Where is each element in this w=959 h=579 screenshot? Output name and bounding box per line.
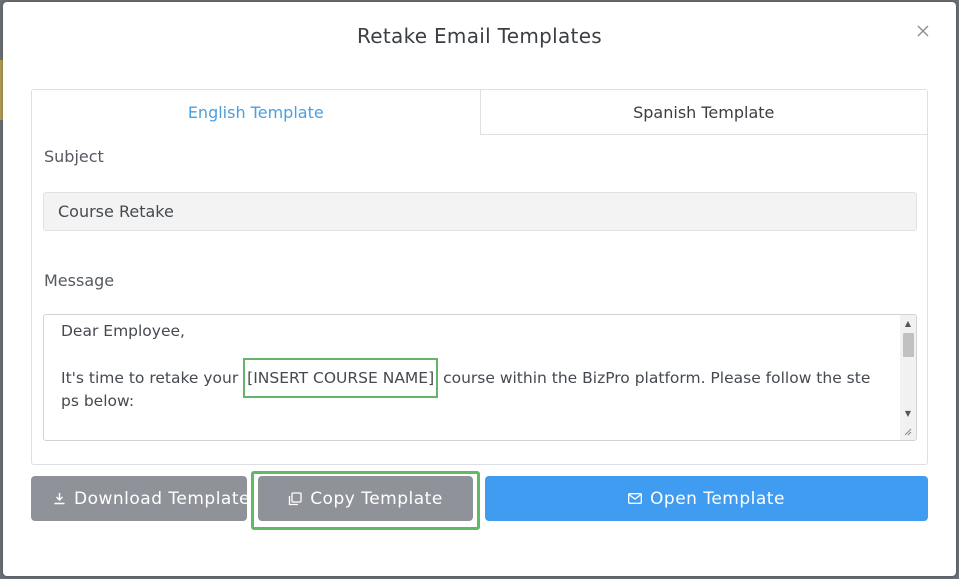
- resize-grip-icon[interactable]: [902, 426, 914, 438]
- message-scrollbar[interactable]: ▲ ▼: [900, 315, 916, 440]
- envelope-icon: [628, 493, 642, 504]
- scroll-thumb[interactable]: [903, 333, 914, 357]
- subject-field[interactable]: Course Retake: [43, 192, 917, 231]
- message-content: Dear Employee, It's time to retake your …: [61, 320, 891, 436]
- open-template-label: Open Template: [650, 488, 785, 509]
- copy-template-label: Copy Template: [310, 488, 443, 509]
- tab-spanish-template[interactable]: Spanish Template: [479, 90, 927, 135]
- message-greeting: Dear Employee,: [61, 322, 185, 340]
- copy-template-button[interactable]: Copy Template: [258, 476, 473, 521]
- course-name-placeholder: [INSERT COURSE NAME]: [243, 358, 439, 398]
- message-text-before: It's time to retake your: [61, 369, 244, 387]
- scroll-up-arrow-icon[interactable]: ▲: [900, 317, 916, 331]
- message-label: Message: [44, 271, 115, 290]
- retake-email-modal: Retake Email Templates English Template …: [3, 2, 956, 576]
- download-template-label: Download Template: [74, 488, 247, 509]
- template-tabs: English Template Spanish Template: [32, 90, 927, 135]
- template-panel: English Template Spanish Template Subjec…: [31, 89, 928, 465]
- copy-icon: [288, 491, 302, 506]
- subject-label: Subject: [44, 147, 104, 166]
- message-textarea[interactable]: Dear Employee, It's time to retake your …: [43, 314, 917, 441]
- scroll-down-arrow-icon[interactable]: ▼: [900, 407, 916, 421]
- modal-title: Retake Email Templates: [356, 24, 603, 48]
- download-icon: [53, 492, 66, 505]
- open-template-button[interactable]: Open Template: [485, 476, 928, 521]
- message-line: It's time to retake your [INSERT COURSE …: [61, 358, 891, 413]
- tab-english-template[interactable]: English Template: [32, 90, 480, 135]
- download-template-button[interactable]: Download Template: [31, 476, 247, 521]
- close-icon[interactable]: [914, 22, 932, 40]
